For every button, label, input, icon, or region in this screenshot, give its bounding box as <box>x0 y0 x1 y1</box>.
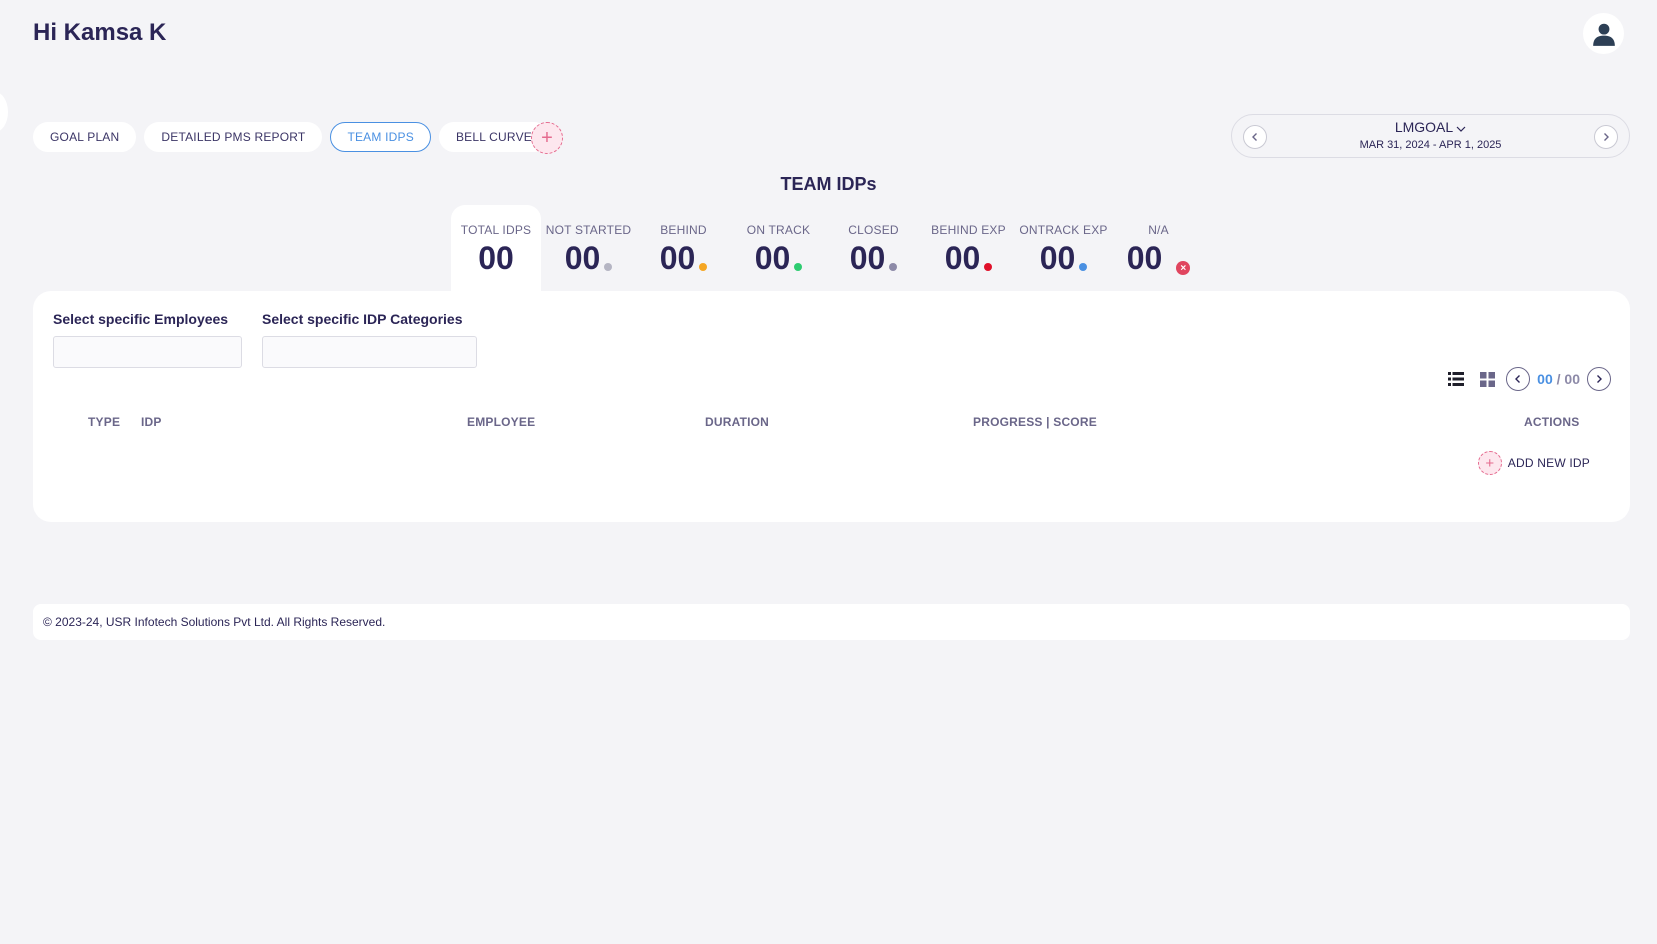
report-tabs: GOAL PLAN DETAILED PMS REPORT TEAM IDPS … <box>33 122 549 152</box>
stat-label: CLOSED <box>848 223 899 237</box>
status-dot <box>604 263 613 271</box>
add-tab-button[interactable]: + <box>531 122 563 154</box>
stat-value: 00 <box>1039 240 1076 276</box>
greeting-title: Hi Kamsa K <box>33 19 167 46</box>
employees-select[interactable] <box>53 336 242 368</box>
stat-value: 00 <box>1126 240 1163 276</box>
stat-behind-exp[interactable]: BEHIND EXP 00 <box>921 205 1016 291</box>
categories-filter-label: Select specific IDP Categories <box>262 311 463 327</box>
stat-value: 00 <box>564 240 601 276</box>
idp-categories-select[interactable] <box>262 336 477 368</box>
stat-on-track[interactable]: ON TRACK 00 <box>731 205 826 291</box>
frame-edge <box>0 92 8 132</box>
plus-icon: + <box>541 127 553 149</box>
page-current: 00 <box>1537 371 1553 387</box>
add-new-idp-label: ADD NEW IDP <box>1507 456 1590 470</box>
copyright-text: © 2023-24, USR Infotech Solutions Pvt Lt… <box>43 615 386 629</box>
grid-view-icon <box>1479 371 1495 387</box>
tab-goal-plan[interactable]: GOAL PLAN <box>33 122 137 152</box>
period-selector: LMGOAL MAR 31, 2024 - APR 1, 2025 <box>1231 114 1630 158</box>
column-header-progress-score: PROGRESS | SCORE <box>973 415 1097 429</box>
tab-detailed-pms-report[interactable]: DETAILED PMS REPORT <box>144 122 323 152</box>
idp-list-panel: Select specific Employees Select specifi… <box>33 291 1630 522</box>
stat-label: NOT STARTED <box>545 223 632 237</box>
page-prev-button[interactable] <box>1506 367 1531 391</box>
footer: © 2023-24, USR Infotech Solutions Pvt Lt… <box>33 604 1630 640</box>
stat-label: N/A <box>1148 223 1169 237</box>
period-next-button[interactable] <box>1594 125 1618 149</box>
page-count: 00 / 00 <box>1537 371 1580 387</box>
stat-value: 00 <box>478 240 514 276</box>
column-header-duration: DURATION <box>705 415 770 429</box>
stat-total-idps[interactable]: TOTAL IDPS 00 <box>451 205 541 291</box>
section-title: TEAM IDPs <box>780 174 877 194</box>
column-header-idp: IDP <box>141 415 162 429</box>
stat-behind[interactable]: BEHIND 00 <box>636 205 731 291</box>
goal-date-range: MAR 31, 2024 - APR 1, 2025 <box>1359 139 1502 151</box>
stat-value: 00 <box>659 240 696 276</box>
stat-closed[interactable]: CLOSED 00 <box>826 205 921 291</box>
tab-team-idps[interactable]: TEAM IDPS <box>330 122 431 152</box>
idp-status-summary: TOTAL IDPS 00 NOT STARTED 00 BEHIND 00 O… <box>451 205 1206 291</box>
stat-na[interactable]: N/A 00 × <box>1111 205 1206 291</box>
status-dot <box>1079 263 1088 271</box>
status-dot <box>889 263 898 271</box>
user-avatar-button[interactable] <box>1583 13 1624 54</box>
stat-label: BEHIND EXP <box>931 223 1006 237</box>
status-dot <box>984 263 993 271</box>
page-separator: / <box>1556 371 1561 387</box>
view-controls: 00 / 00 <box>1444 367 1611 391</box>
employees-filter-label: Select specific Employees <box>53 311 229 327</box>
column-header-employee: EMPLOYEE <box>467 415 536 429</box>
list-view-button[interactable] <box>1444 367 1468 391</box>
add-new-idp-button[interactable]: + ADD NEW IDP <box>1477 451 1590 475</box>
plus-icon: + <box>1477 451 1502 475</box>
goal-dropdown[interactable]: LMGOAL <box>1232 119 1629 136</box>
stat-value: 00 <box>849 240 886 276</box>
page-total: 00 <box>1564 371 1580 387</box>
stat-label: BEHIND <box>660 223 707 237</box>
column-header-type: TYPE <box>88 415 121 429</box>
stat-value: 00 <box>944 240 981 276</box>
chevron-left-icon <box>1515 375 1521 383</box>
stat-not-started[interactable]: NOT STARTED 00 <box>541 205 636 291</box>
stat-label: ONTRACK EXP <box>1019 223 1108 237</box>
goal-name-label: LMGOAL <box>1394 119 1454 135</box>
stat-label: TOTAL IDPS <box>460 223 532 237</box>
status-dot <box>794 263 803 271</box>
user-icon <box>1592 23 1615 46</box>
chevron-right-icon <box>1597 375 1602 383</box>
status-dot <box>699 263 708 271</box>
stat-value: 00 <box>754 240 791 276</box>
grid-view-button[interactable] <box>1475 367 1499 391</box>
chevron-right-icon <box>1604 133 1609 141</box>
list-view-icon <box>1448 372 1465 386</box>
stat-label: ON TRACK <box>746 223 811 237</box>
stat-ontrack-exp[interactable]: ONTRACK EXP 00 <box>1016 205 1111 291</box>
chevron-down-icon <box>1456 120 1466 136</box>
close-circle-icon: × <box>1176 261 1191 275</box>
page-next-button[interactable] <box>1587 367 1611 391</box>
column-header-actions: ACTIONS <box>1524 415 1580 429</box>
